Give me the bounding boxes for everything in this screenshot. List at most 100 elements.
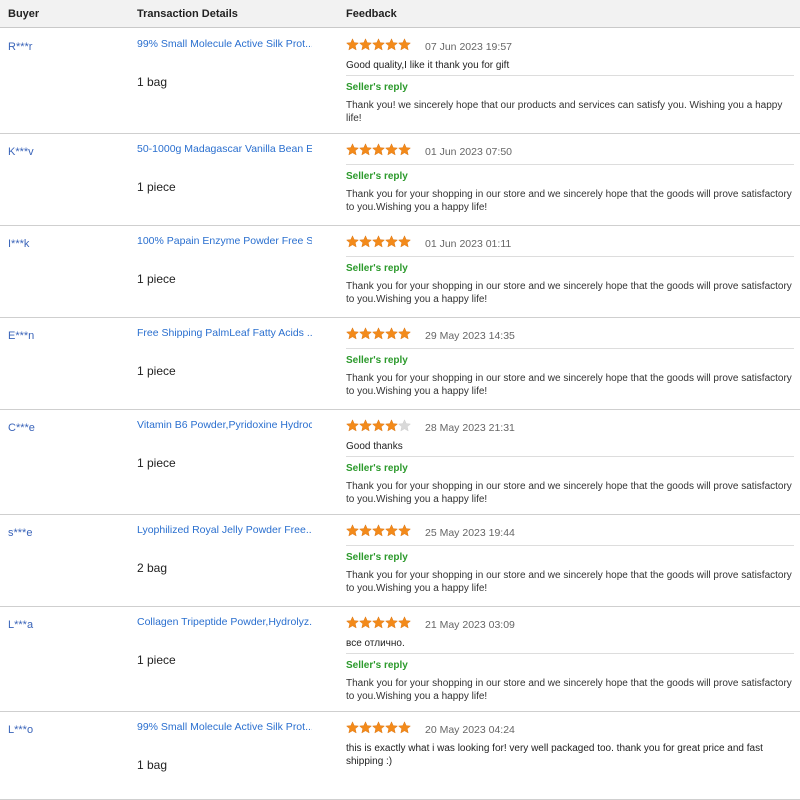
buyer-name[interactable]: I***k (8, 238, 29, 250)
star-filled-icon (372, 419, 385, 432)
star-filled-icon (346, 524, 359, 537)
product-link[interactable]: Lyophilized Royal Jelly Powder Free... (137, 524, 312, 536)
seller-reply-text: Thank you for your shopping in our store… (346, 373, 792, 397)
quantity: 1 piece (137, 180, 176, 194)
star-filled-icon (385, 327, 398, 340)
reply-divider (346, 256, 794, 257)
review-date: 20 May 2023 04:24 (425, 724, 515, 736)
review-date: 21 May 2023 03:09 (425, 619, 515, 631)
star-rating (346, 38, 411, 51)
star-filled-icon (359, 419, 372, 432)
product-link[interactable]: 100% Papain Enzyme Powder Free Ship... (137, 235, 312, 247)
reply-divider (346, 456, 794, 457)
star-filled-icon (346, 235, 359, 248)
seller-reply-label: Seller's reply (346, 552, 408, 563)
feedback-row: s***e Lyophilized Royal Jelly Powder Free… (0, 515, 800, 607)
quantity: 1 piece (137, 364, 176, 378)
star-filled-icon (398, 235, 411, 248)
star-filled-icon (385, 143, 398, 156)
product-link[interactable]: 99% Small Molecule Active Silk Prot... (137, 38, 312, 50)
feedback-row: K***v 50-1000g Madagascar Vanilla Bean Ex… (0, 134, 800, 226)
star-filled-icon (372, 616, 385, 629)
feedback-row: L***a Collagen Tripeptide Powder,Hydrolyz… (0, 607, 800, 712)
review-date: 01 Jun 2023 07:50 (425, 146, 512, 158)
star-filled-icon (385, 524, 398, 537)
review-comment: Good quality,I like it thank you for gif… (346, 60, 510, 71)
buyer-name[interactable]: C***e (8, 422, 35, 434)
buyer-name[interactable]: R***r (8, 41, 32, 53)
seller-reply-text: Thank you! we sincerely hope that our pr… (346, 100, 783, 124)
star-filled-icon (372, 327, 385, 340)
star-filled-icon (372, 143, 385, 156)
review-date: 29 May 2023 14:35 (425, 330, 515, 342)
star-filled-icon (372, 524, 385, 537)
buyer-name[interactable]: L***o (8, 724, 33, 736)
star-rating (346, 524, 411, 537)
feedback-row: C***e Vitamin B6 Powder,Pyridoxine Hydroc… (0, 410, 800, 515)
reply-divider (346, 348, 794, 349)
star-filled-icon (359, 524, 372, 537)
star-filled-icon (346, 419, 359, 432)
column-header-transaction-details: Transaction Details (137, 8, 238, 20)
quantity: 2 bag (137, 561, 168, 575)
star-filled-icon (398, 721, 411, 734)
reply-divider (346, 545, 794, 546)
star-rating (346, 235, 411, 248)
star-filled-icon (359, 38, 372, 51)
seller-reply-label: Seller's reply (346, 82, 408, 93)
product-link[interactable]: Vitamin B6 Powder,Pyridoxine Hydroc... (137, 419, 312, 431)
reply-divider (346, 653, 794, 654)
star-filled-icon (359, 235, 372, 248)
star-filled-icon (385, 419, 398, 432)
feedback-row: R***r 99% Small Molecule Active Silk Prot… (0, 29, 800, 134)
feedback-row: I***k 100% Papain Enzyme Powder Free Ship… (0, 226, 800, 318)
star-filled-icon (346, 616, 359, 629)
product-link[interactable]: 50-1000g Madagascar Vanilla Bean Ex... (137, 143, 312, 155)
star-rating (346, 327, 411, 340)
star-filled-icon (346, 38, 359, 51)
buyer-name[interactable]: K***v (8, 146, 34, 158)
star-rating (346, 616, 411, 629)
buyer-name[interactable]: s***e (8, 527, 32, 539)
review-comment: Good thanks (346, 441, 403, 452)
seller-reply-text: Thank you for your shopping in our store… (346, 678, 792, 702)
column-header-buyer: Buyer (8, 8, 40, 20)
quantity: 1 piece (137, 272, 176, 286)
table-header: Buyer Transaction Details Feedback (0, 0, 800, 28)
product-link[interactable]: 99% Small Molecule Active Silk Prot... (137, 721, 312, 733)
buyer-name[interactable]: L***a (8, 619, 33, 631)
seller-reply-label: Seller's reply (346, 463, 408, 474)
seller-reply-text: Thank you for your shopping in our store… (346, 281, 792, 305)
star-filled-icon (372, 38, 385, 51)
star-rating (346, 721, 411, 734)
star-filled-icon (398, 327, 411, 340)
star-filled-icon (359, 143, 372, 156)
star-rating (346, 143, 411, 156)
seller-reply-text: Thank you for your shopping in our store… (346, 570, 792, 594)
star-filled-icon (398, 616, 411, 629)
feedback-row: L***o 99% Small Molecule Active Silk Prot… (0, 712, 800, 800)
review-date: 07 Jun 2023 19:57 (425, 41, 512, 53)
reply-divider (346, 164, 794, 165)
star-filled-icon (385, 235, 398, 248)
star-filled-icon (359, 327, 372, 340)
star-filled-icon (346, 327, 359, 340)
quantity: 1 piece (137, 456, 176, 470)
seller-reply-label: Seller's reply (346, 171, 408, 182)
star-filled-icon (398, 524, 411, 537)
column-header-feedback: Feedback (346, 8, 397, 20)
star-filled-icon (385, 721, 398, 734)
seller-reply-label: Seller's reply (346, 355, 408, 366)
buyer-name[interactable]: E***n (8, 330, 34, 342)
star-filled-icon (346, 143, 359, 156)
star-filled-icon (385, 38, 398, 51)
product-link[interactable]: Free Shipping PalmLeaf Fatty Acids ... (137, 327, 312, 339)
star-filled-icon (398, 143, 411, 156)
star-empty-icon (398, 419, 411, 432)
review-date: 28 May 2023 21:31 (425, 422, 515, 434)
product-link[interactable]: Collagen Tripeptide Powder,Hydrolyz... (137, 616, 312, 628)
quantity: 1 bag (137, 758, 168, 772)
seller-reply-text: Thank you for your shopping in our store… (346, 481, 792, 505)
review-comment: все отлично. (346, 638, 405, 649)
star-filled-icon (346, 721, 359, 734)
